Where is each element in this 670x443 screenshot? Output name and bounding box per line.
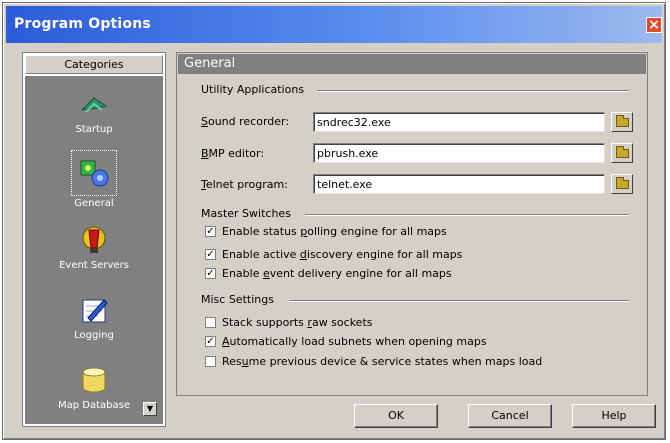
checkbox-label: Automatically load subnets when opening …	[222, 335, 487, 348]
close-button[interactable]: ×	[646, 17, 662, 33]
folder-icon	[616, 177, 629, 189]
misc-settings-heading: Misc Settings	[201, 293, 274, 306]
folder-icon	[616, 115, 629, 127]
utility-applications-heading: Utility Applications	[201, 83, 305, 96]
cancel-button[interactable]: Cancel	[468, 404, 552, 428]
checkbox-label: Enable event delivery engine for all map…	[222, 267, 452, 280]
categories-header: Categories	[25, 55, 163, 74]
ok-button[interactable]: OK	[354, 404, 438, 428]
general-panel: General Utility Applications Sound recor…	[176, 52, 648, 396]
checkbox-label: Enable active discovery engine for all m…	[222, 248, 463, 261]
sidebar-item-label: General	[74, 198, 114, 209]
divider	[305, 214, 629, 216]
logging-icon	[78, 294, 110, 326]
categories-list: Startup General Event Servers Logging Ma…	[25, 76, 163, 424]
checkbox-box	[205, 356, 216, 367]
sidebar-item-label: Logging	[74, 330, 114, 341]
sidebar-item-startup[interactable]: Startup	[25, 88, 163, 135]
map-database-icon	[78, 364, 110, 396]
selection-frame	[71, 150, 117, 196]
sidebar-item-general[interactable]: General	[25, 150, 163, 209]
checkbox-box: ✓	[205, 268, 216, 279]
title-bar[interactable]: Program Options ×	[6, 6, 662, 43]
checkbox-box: ✓	[205, 249, 216, 260]
checkbox-label: Resume previous device & service states …	[222, 355, 543, 368]
divider	[317, 90, 629, 92]
master-switches-heading: Master Switches	[201, 207, 291, 220]
event-servers-icon	[78, 224, 110, 256]
bmp-editor-browse-button[interactable]	[611, 143, 633, 163]
checkbox-box	[205, 317, 216, 328]
checkbox-label: Enable status polling engine for all map…	[222, 225, 447, 238]
checkbox-box: ✓	[205, 226, 216, 237]
sidebar-item-logging[interactable]: Logging	[25, 294, 163, 341]
sidebar-item-label: Event Servers	[59, 260, 129, 271]
sidebar-item-label: Startup	[75, 124, 113, 135]
general-icon	[78, 157, 110, 189]
bmp-editor-input[interactable]	[313, 143, 605, 163]
checkbox-box: ✓	[205, 336, 216, 347]
divider	[289, 300, 629, 302]
window-title: Program Options	[14, 16, 151, 32]
sound-recorder-browse-button[interactable]	[611, 112, 633, 132]
folder-icon	[616, 146, 629, 158]
sidebar-item-event-servers[interactable]: Event Servers	[25, 224, 163, 271]
telnet-program-label: Telnet program:	[201, 178, 288, 191]
sound-recorder-label: Sound recorder:	[201, 115, 290, 128]
panel-title: General	[178, 54, 646, 74]
sound-recorder-input[interactable]	[313, 112, 605, 132]
startup-icon	[78, 88, 110, 120]
telnet-program-browse-button[interactable]	[611, 174, 633, 194]
telnet-program-input[interactable]	[313, 174, 605, 194]
checkbox-label: Stack supports raw sockets	[222, 316, 373, 329]
scroll-down-button[interactable]: ▼	[143, 402, 157, 416]
bmp-editor-label: BMP editor:	[201, 147, 265, 160]
help-button[interactable]: Help	[572, 404, 656, 428]
categories-panel: Categories Startup General Event Servers…	[22, 52, 166, 427]
